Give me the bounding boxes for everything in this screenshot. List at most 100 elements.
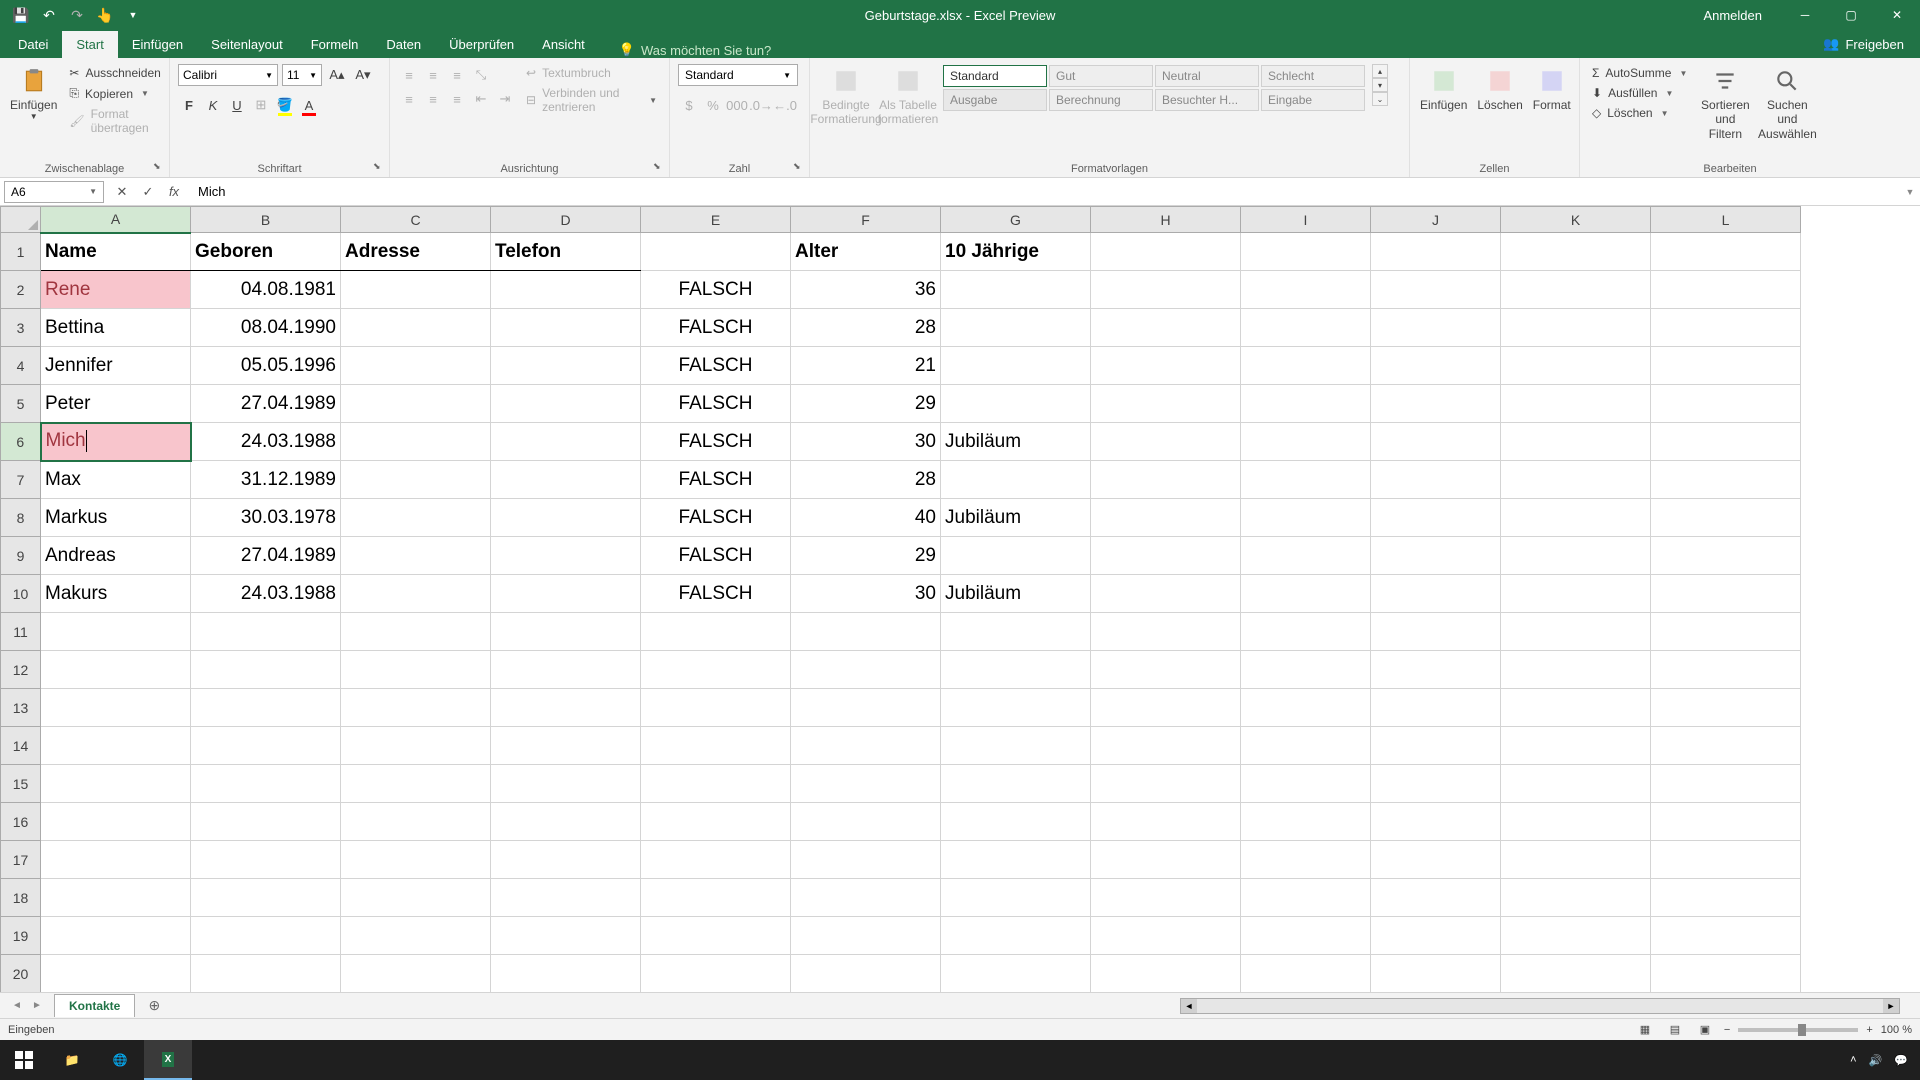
cell[interactable]: [341, 727, 491, 765]
styles-scroll-down[interactable]: ▾: [1372, 78, 1388, 92]
row-header[interactable]: 18: [1, 879, 41, 917]
cell[interactable]: [191, 841, 341, 879]
row-header[interactable]: 11: [1, 613, 41, 651]
cell[interactable]: 27.04.1989: [191, 537, 341, 575]
minimize-button[interactable]: ─: [1782, 0, 1828, 30]
cell[interactable]: 28: [791, 309, 941, 347]
cell[interactable]: [41, 955, 191, 993]
name-box[interactable]: A6▼: [4, 181, 104, 203]
cell[interactable]: [1371, 271, 1501, 309]
cell[interactable]: [1651, 841, 1801, 879]
cell[interactable]: Telefon: [491, 233, 641, 271]
align-bottom-button[interactable]: ≡: [446, 64, 468, 86]
cell[interactable]: [941, 385, 1091, 423]
cell[interactable]: Alter: [791, 233, 941, 271]
cell[interactable]: [941, 841, 1091, 879]
zoom-level[interactable]: 100 %: [1881, 1024, 1912, 1036]
style-ausgabe[interactable]: Ausgabe: [943, 89, 1047, 111]
cell[interactable]: 24.03.1988: [191, 423, 341, 461]
styles-more[interactable]: ⌄: [1372, 92, 1388, 106]
cell[interactable]: 30: [791, 423, 941, 461]
cell[interactable]: 29: [791, 385, 941, 423]
page-layout-view-button[interactable]: ▤: [1664, 1021, 1686, 1039]
qat-customize-icon[interactable]: ▼: [124, 6, 142, 24]
number-dialog-launcher[interactable]: ⬊: [793, 161, 805, 173]
hscroll-right[interactable]: ►: [1883, 999, 1899, 1013]
cell[interactable]: [1501, 271, 1651, 309]
cell[interactable]: Bettina: [41, 309, 191, 347]
cell[interactable]: [1371, 575, 1501, 613]
cell[interactable]: [791, 613, 941, 651]
cell[interactable]: FALSCH: [641, 423, 791, 461]
row-header[interactable]: 15: [1, 765, 41, 803]
fill-color-button[interactable]: 🪣: [274, 94, 296, 116]
cell[interactable]: [41, 841, 191, 879]
cell[interactable]: [1091, 955, 1241, 993]
cell[interactable]: [1371, 423, 1501, 461]
italic-button[interactable]: K: [202, 94, 224, 116]
cell[interactable]: Makurs: [41, 575, 191, 613]
decrease-indent-button[interactable]: ⇤: [470, 88, 492, 110]
start-button[interactable]: [0, 1040, 48, 1080]
increase-font-button[interactable]: A▴: [326, 64, 348, 86]
styles-scroll-up[interactable]: ▴: [1372, 64, 1388, 78]
bold-button[interactable]: F: [178, 94, 200, 116]
cell[interactable]: [1241, 499, 1371, 537]
cell[interactable]: Markus: [41, 499, 191, 537]
align-center-button[interactable]: ≡: [422, 88, 444, 110]
cell[interactable]: [491, 651, 641, 689]
cell[interactable]: Jennifer: [41, 347, 191, 385]
cell[interactable]: [1241, 575, 1371, 613]
cell[interactable]: [1241, 803, 1371, 841]
tray-action-center-icon[interactable]: 💬: [1894, 1054, 1908, 1067]
tab-formeln[interactable]: Formeln: [297, 31, 373, 58]
col-header-K[interactable]: K: [1501, 207, 1651, 233]
cell[interactable]: [1241, 765, 1371, 803]
cell[interactable]: [1091, 689, 1241, 727]
cell[interactable]: [1241, 423, 1371, 461]
cell[interactable]: [1501, 385, 1651, 423]
row-header[interactable]: 6: [1, 423, 41, 461]
cell[interactable]: [1651, 233, 1801, 271]
cell[interactable]: [491, 309, 641, 347]
cell[interactable]: Adresse: [341, 233, 491, 271]
row-header[interactable]: 12: [1, 651, 41, 689]
cell[interactable]: [1091, 879, 1241, 917]
autosum-button[interactable]: ΣAutoSumme▼: [1588, 64, 1691, 82]
cell[interactable]: [791, 765, 941, 803]
cell[interactable]: [1651, 537, 1801, 575]
cell[interactable]: [341, 689, 491, 727]
underline-button[interactable]: U: [226, 94, 248, 116]
row-header[interactable]: 9: [1, 537, 41, 575]
cell[interactable]: [641, 879, 791, 917]
cell[interactable]: [1651, 271, 1801, 309]
cell[interactable]: [941, 537, 1091, 575]
cell[interactable]: 24.03.1988: [191, 575, 341, 613]
row-header[interactable]: 4: [1, 347, 41, 385]
cell[interactable]: [1091, 347, 1241, 385]
cell[interactable]: [1651, 385, 1801, 423]
tab-einfuegen[interactable]: Einfügen: [118, 31, 197, 58]
cell[interactable]: [641, 727, 791, 765]
cell[interactable]: [791, 841, 941, 879]
tab-seitenlayout[interactable]: Seitenlayout: [197, 31, 297, 58]
add-sheet-button[interactable]: ⊕: [143, 995, 165, 1017]
cell[interactable]: [1501, 461, 1651, 499]
font-dialog-launcher[interactable]: ⬊: [373, 161, 385, 173]
zoom-in-button[interactable]: +: [1866, 1024, 1872, 1036]
file-explorer-button[interactable]: 📁: [48, 1040, 96, 1080]
align-middle-button[interactable]: ≡: [422, 64, 444, 86]
cell[interactable]: [491, 689, 641, 727]
col-header-E[interactable]: E: [641, 207, 791, 233]
cell[interactable]: [941, 727, 1091, 765]
cell[interactable]: FALSCH: [641, 385, 791, 423]
col-header-A[interactable]: A: [41, 207, 191, 233]
number-format-select[interactable]: Standard▼: [678, 64, 798, 86]
cell[interactable]: [191, 879, 341, 917]
cell[interactable]: [191, 727, 341, 765]
cell[interactable]: [1241, 879, 1371, 917]
copy-button[interactable]: ⎘Kopieren▼: [65, 84, 164, 103]
cell[interactable]: [1651, 879, 1801, 917]
style-eingabe[interactable]: Eingabe: [1261, 89, 1365, 111]
cell[interactable]: [341, 803, 491, 841]
